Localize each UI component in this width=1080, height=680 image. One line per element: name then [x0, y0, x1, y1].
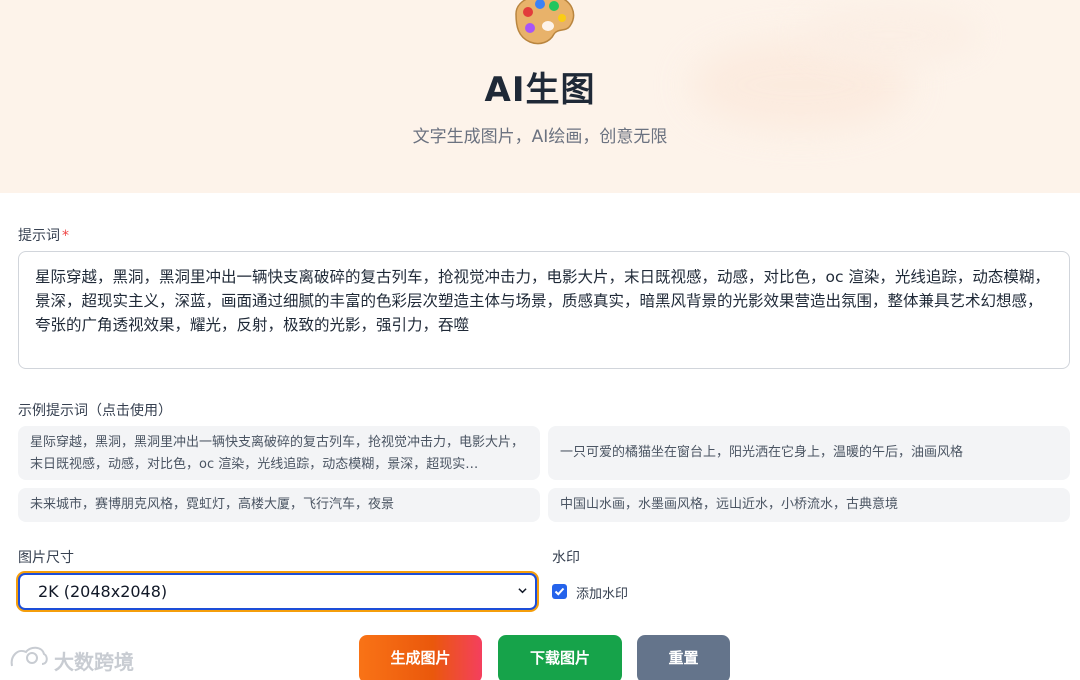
- brand-watermark-text: 大数跨境: [54, 650, 134, 674]
- page-title: AI生图: [484, 70, 596, 110]
- checkmark-icon: [554, 587, 565, 596]
- example-prompt-3[interactable]: 未来城市，赛博朋克风格，霓虹灯，高楼大厦，飞行汽车，夜景: [18, 488, 540, 522]
- example-prompt-2[interactable]: 一只可爱的橘猫坐在窗台上，阳光洒在它身上，温暖的午后，油画风格: [548, 426, 1070, 480]
- hero-decoration: [800, 5, 980, 65]
- generate-button[interactable]: 生成图片: [359, 635, 482, 680]
- size-select[interactable]: 2K (2048x2048): [18, 573, 537, 610]
- required-mark: *: [62, 228, 69, 244]
- brand-watermark: 大数跨境: [8, 642, 134, 676]
- reset-button[interactable]: 重置: [637, 635, 730, 680]
- download-button[interactable]: 下载图片: [498, 635, 622, 680]
- watermark-checkbox[interactable]: [552, 584, 567, 599]
- prompt-textarea[interactable]: 星际穿越，黑洞，黑洞里冲出一辆快支离破碎的复古列车，抢视觉冲击力，电影大片，末日…: [18, 251, 1070, 369]
- example-prompt-1[interactable]: 星际穿越，黑洞，黑洞里冲出一辆快支离破碎的复古列车，抢视觉冲击力，电影大片，末日…: [18, 426, 540, 480]
- example-prompt-text: 星际穿越，黑洞，黑洞里冲出一辆快支离破碎的复古列车，抢视觉冲击力，电影大片，末日…: [30, 435, 525, 472]
- size-label: 图片尺寸: [18, 550, 74, 566]
- size-select-value: 2K (2048x2048): [38, 582, 168, 601]
- palette-icon: [515, 0, 575, 45]
- brand-logo-icon: [10, 646, 48, 667]
- hero-header: AI生图 文字生成图片，AI绘画，创意无限: [0, 0, 1080, 193]
- page-subtitle: 文字生成图片，AI绘画，创意无限: [412, 127, 668, 147]
- prompt-label-text: 提示词: [18, 228, 60, 244]
- example-prompt-4[interactable]: 中国山水画，水墨画风格，远山近水，小桥流水，古典意境: [548, 488, 1070, 522]
- watermark-checkbox-label[interactable]: 添加水印: [576, 583, 628, 602]
- prompt-label: 提示词 *: [18, 225, 69, 245]
- chevron-down-icon: [518, 588, 527, 594]
- watermark-label: 水印: [552, 550, 580, 566]
- examples-label: 示例提示词（点击使用）: [18, 403, 172, 419]
